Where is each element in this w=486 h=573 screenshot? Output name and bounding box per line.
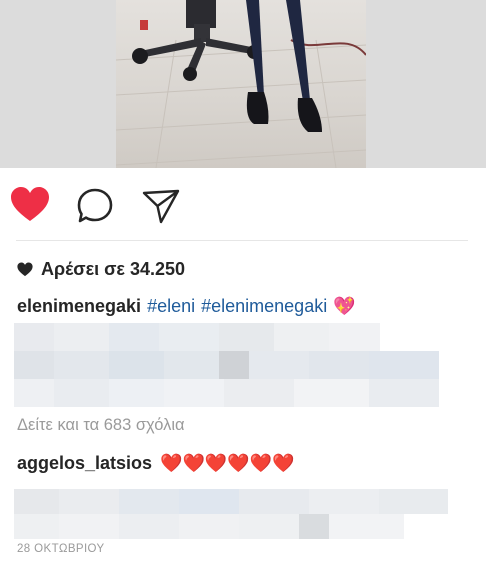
hashtag-link[interactable]: #eleni: [147, 296, 195, 317]
caption-username[interactable]: elenimenegaki: [17, 296, 141, 317]
post-actions: [0, 168, 486, 240]
post-photo-area: [0, 0, 486, 168]
post-caption: elenimenegaki #eleni #elenimenegaki 💖: [17, 293, 356, 319]
send-icon[interactable]: [141, 186, 181, 226]
divider: [16, 240, 468, 241]
heart-small-icon: [17, 262, 33, 276]
comment-row: aggelos_latsios ❤️❤️❤️❤️❤️❤️: [17, 451, 295, 475]
photo-image: [116, 0, 366, 168]
comment-icon[interactable]: [75, 186, 115, 226]
hashtag-link[interactable]: #elenimenegaki: [201, 296, 327, 317]
sparkling-heart-emoji: 💖: [333, 295, 356, 316]
comment-username[interactable]: aggelos_latsios: [17, 453, 152, 474]
pixelated-comment-text: [14, 489, 448, 539]
likes-count[interactable]: Αρέσει σε 34.250: [17, 256, 185, 282]
heart-emojis: ❤️❤️❤️❤️❤️❤️: [160, 452, 295, 473]
view-all-comments-link[interactable]: Δείτε και τα 683 σχόλια: [17, 416, 185, 435]
likes-text: Αρέσει σε 34.250: [41, 258, 186, 279]
post-date: 28 ΟΚΤΩΒΡΙΟΥ: [17, 543, 105, 555]
pixelated-caption-text: [14, 323, 439, 407]
post-photo[interactable]: [116, 0, 366, 168]
heart-icon[interactable]: [10, 186, 50, 226]
